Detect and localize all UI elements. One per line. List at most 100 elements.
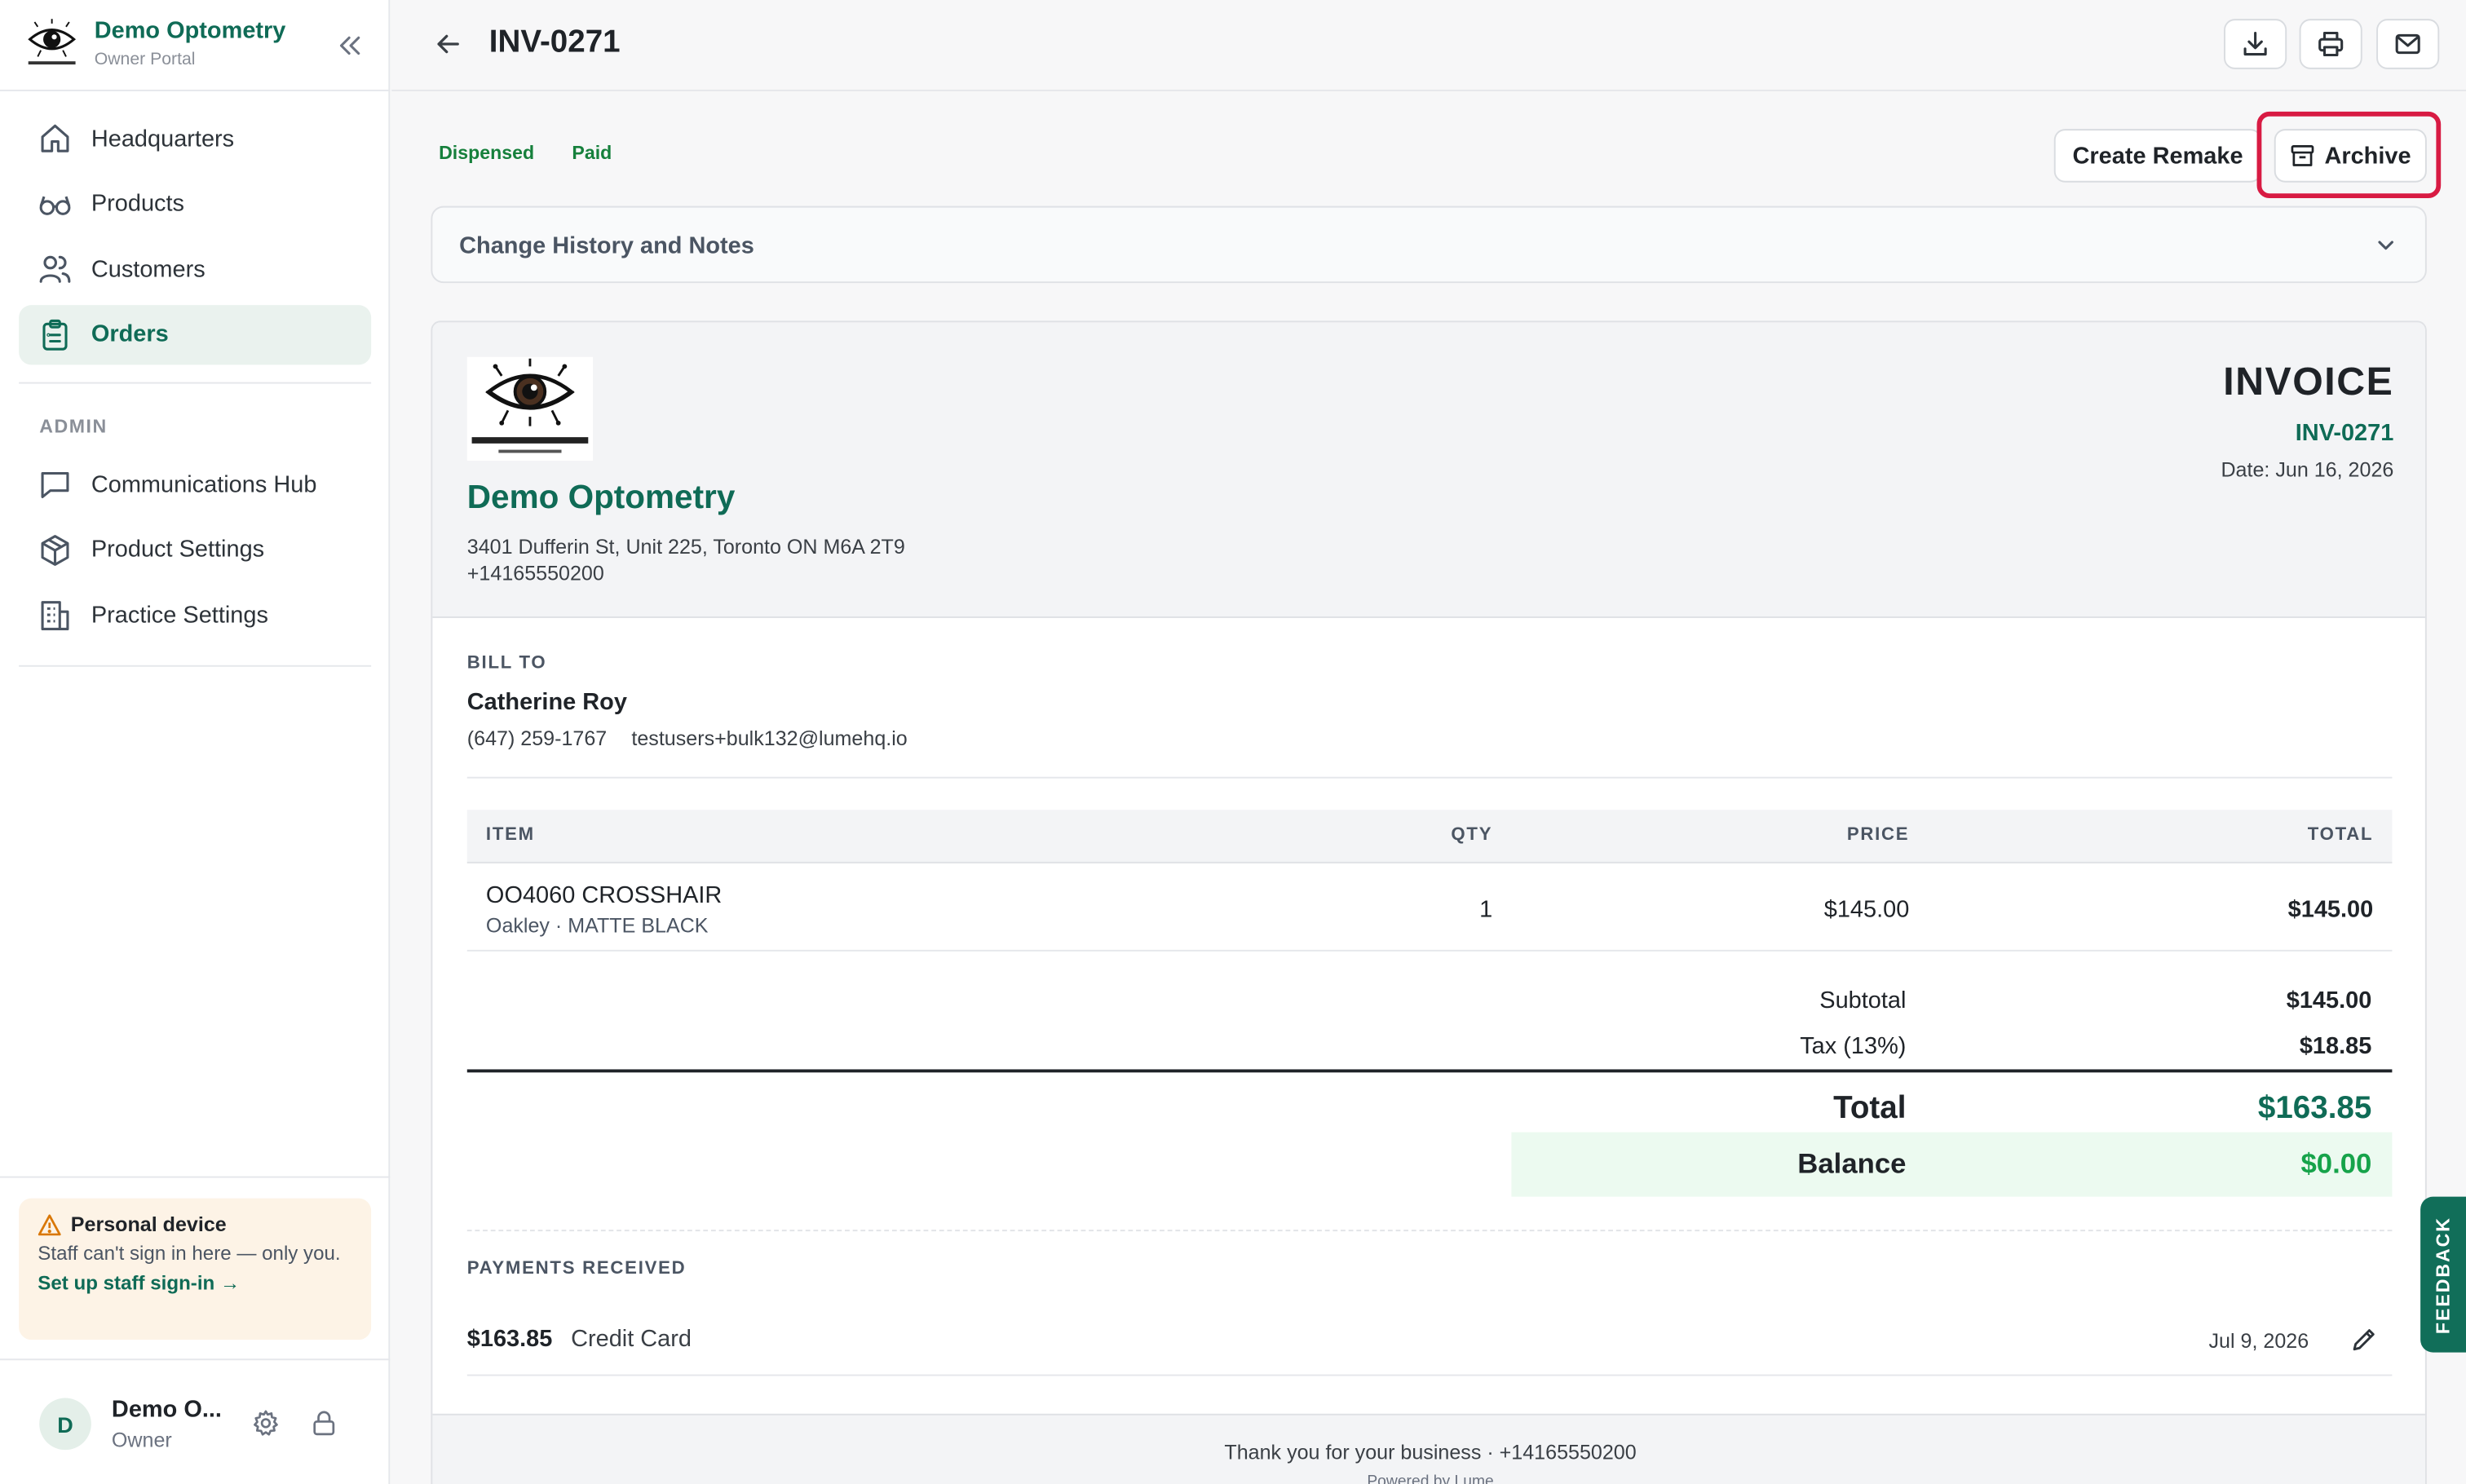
admin-section-label: ADMIN	[39, 415, 108, 438]
payment-method: Credit Card	[571, 1325, 692, 1353]
total-divider	[466, 1069, 2393, 1073]
invoice-date: Date: Jun 16, 2026	[2221, 457, 2394, 482]
invoice-company-name: Demo Optometry	[466, 479, 736, 516]
item-price: $145.00	[1823, 896, 1910, 924]
eyevision-logo	[466, 356, 594, 462]
home-icon	[38, 121, 72, 156]
collapse-sidebar-icon[interactable]	[334, 29, 368, 63]
nav-item-label: Communications Hub	[91, 470, 317, 498]
payments-received-label: PAYMENTS RECEIVED	[466, 1259, 687, 1279]
box-icon	[38, 532, 72, 567]
invoice-footer: Thank you for your business · +141655502…	[432, 1413, 2425, 1484]
archive-icon	[2291, 145, 2314, 166]
back-arrow-icon[interactable]	[431, 27, 465, 61]
payment-amount: $163.85	[466, 1325, 553, 1353]
printer-icon	[2318, 31, 2344, 57]
total-label: Total	[1833, 1091, 1907, 1126]
nav-item-label: Headquarters	[91, 125, 235, 152]
tax-label: Tax (13%)	[1800, 1033, 1907, 1060]
warning-icon	[38, 1213, 61, 1235]
create-remake-button[interactable]: Create Remake	[2053, 129, 2262, 183]
user-name: Demo O...	[111, 1396, 222, 1424]
item-detail: Oakley · MATTE BLACK	[485, 913, 709, 938]
device-notice-title-row: Personal device	[38, 1212, 352, 1236]
change-history-accordion[interactable]: Change History and Notes	[431, 205, 2427, 284]
email-button[interactable]	[2376, 19, 2440, 69]
status-badge-dispensed: Dispensed	[439, 141, 535, 164]
status-badge-paid: Paid	[572, 141, 612, 164]
nav-divider	[19, 665, 372, 667]
invoice-number: INV-0271	[2295, 419, 2394, 447]
nav-item-product-settings[interactable]: Product Settings	[19, 519, 371, 579]
brand-name: Demo Optometry	[94, 17, 286, 45]
item-qty: 1	[1479, 896, 1493, 924]
gear-icon[interactable]	[252, 1409, 281, 1438]
nav-item-orders[interactable]: Orders	[19, 304, 372, 364]
nav-item-headquarters[interactable]: Headquarters	[19, 108, 371, 168]
nav-divider	[19, 382, 372, 384]
brand-subtitle: Owner Portal	[94, 50, 196, 69]
customer-email: testusers+bulk132@lumehq.io	[631, 727, 908, 750]
footer-divider	[0, 1176, 391, 1178]
nav-item-communications-hub[interactable]: Communications Hub	[19, 454, 371, 514]
archive-button-label: Archive	[2324, 142, 2411, 170]
status-badges: Dispensed Paid	[439, 142, 649, 164]
chevron-down-icon	[2378, 241, 2393, 250]
device-notice-text: Staff can't sign in here — only you.	[38, 1242, 341, 1265]
pencil-icon[interactable]	[2349, 1326, 2378, 1354]
nav-item-label: Orders	[91, 320, 169, 348]
download-button[interactable]	[2224, 19, 2287, 69]
table-row: OO4060 CROSSHAIR Oakley · MATTE BLACK 1 …	[466, 865, 2393, 952]
download-icon	[2243, 31, 2267, 56]
building-icon	[38, 598, 72, 632]
nav-item-practice-settings[interactable]: Practice Settings	[19, 585, 371, 644]
company-phone: +14165550200	[466, 561, 604, 585]
total-value: $163.85	[2257, 1091, 2372, 1126]
tax-value: $18.85	[2299, 1033, 2372, 1060]
avatar[interactable]: D	[39, 1398, 91, 1451]
top-bar: INV-0271	[391, 0, 2466, 91]
app-root: Demo Optometry Owner Portal Headquarters…	[0, 0, 2466, 1484]
setup-staff-signin-link[interactable]: Set up staff sign-in →	[38, 1272, 352, 1294]
archive-button[interactable]: Archive	[2274, 129, 2427, 183]
balance-row-background	[1511, 1132, 2393, 1197]
subtotal-label: Subtotal	[1819, 987, 1907, 1014]
nav-item-label: Product Settings	[91, 536, 265, 563]
glasses-icon	[38, 187, 72, 221]
bill-to-label: BILL TO	[466, 654, 547, 674]
accordion-title: Change History and Notes	[459, 232, 754, 260]
customer-contact: (647) 259-1767 testusers+bulk132@lumehq.…	[467, 727, 908, 750]
invoice-company-address: 3401 Dufferin St, Unit 225, Toronto ON M…	[467, 533, 905, 587]
user-role: Owner	[111, 1428, 172, 1452]
feedback-tab[interactable]: FEEDBACK	[2420, 1196, 2466, 1353]
section-divider	[466, 776, 2393, 779]
nav-item-label: Customers	[91, 255, 206, 283]
main-nav: Headquarters Products Customers Orders	[19, 108, 372, 369]
clipboard-icon	[38, 317, 72, 351]
company-address-line: 3401 Dufferin St, Unit 225, Toronto ON M…	[466, 534, 905, 559]
sidebar: Demo Optometry Owner Portal Headquarters…	[0, 0, 391, 1484]
mail-icon	[2395, 33, 2420, 55]
admin-nav: Communications Hub Product Settings Prac…	[19, 454, 371, 650]
invoice-document: Demo Optometry 3401 Dufferin St, Unit 22…	[431, 320, 2427, 1484]
footer-thanks: Thank you for your business · +141655502…	[1224, 1440, 1637, 1464]
column-header-item: ITEM	[485, 825, 535, 845]
lock-icon[interactable]	[310, 1409, 338, 1438]
customer-phone: (647) 259-1767	[466, 727, 608, 750]
brand-header: Demo Optometry Owner Portal	[0, 0, 391, 91]
eye-logo-icon	[28, 19, 77, 65]
feedback-label: FEEDBACK	[2432, 1216, 2455, 1334]
page-title: INV-0271	[488, 24, 621, 60]
item-total: $145.00	[2287, 896, 2374, 924]
message-icon	[38, 467, 72, 501]
nav-item-label: Products	[91, 190, 185, 218]
print-button[interactable]	[2299, 19, 2362, 69]
nav-item-products[interactable]: Products	[19, 174, 371, 233]
payments-divider	[466, 1230, 2393, 1232]
item-name: OO4060 CROSSHAIR	[485, 881, 723, 909]
footer-powered-by: Powered by Lume	[1367, 1473, 1494, 1484]
column-header-qty: QTY	[1451, 825, 1493, 845]
balance-value: $0.00	[2300, 1147, 2372, 1180]
nav-item-customers[interactable]: Customers	[19, 239, 371, 298]
balance-label: Balance	[1797, 1147, 1907, 1180]
